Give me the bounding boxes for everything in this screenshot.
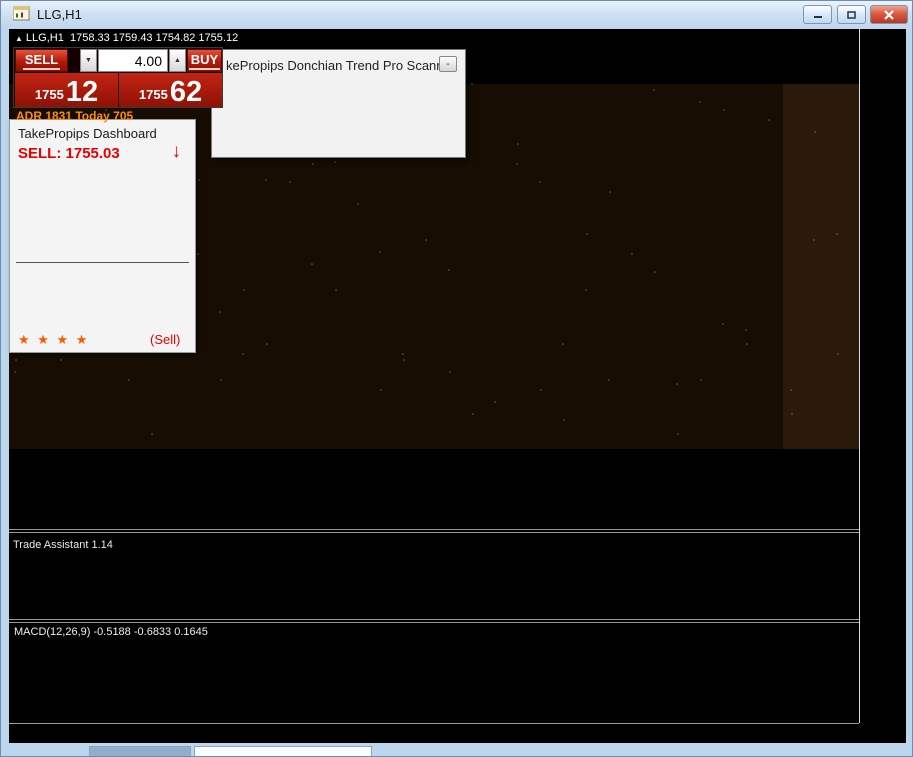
restore-button[interactable] bbox=[837, 5, 866, 24]
collapse-triangle-icon[interactable]: ▲ bbox=[15, 34, 23, 43]
scanner-minimize-button[interactable]: - bbox=[439, 56, 457, 72]
dashboard-title: TakePropips Dashboard bbox=[18, 126, 157, 141]
chart-ohlc-header: ▲ LLG,H1 1758.33 1759.43 1754.82 1755.12 bbox=[15, 32, 238, 44]
macd-label: MACD(12,26,9) -0.5188 -0.6833 0.1645 bbox=[14, 626, 208, 638]
volume-input[interactable] bbox=[98, 49, 168, 72]
scanner-title: kePropips Donchian Trend Pro Scanne bbox=[226, 58, 451, 73]
chart-symbol-label: LLG,H1 bbox=[25, 32, 64, 44]
sell-price-pips: 12 bbox=[65, 76, 99, 108]
close-button[interactable] bbox=[870, 5, 908, 24]
buy-price-display[interactable]: 1755 62 bbox=[119, 73, 222, 107]
subwindow-separator[interactable] bbox=[9, 619, 859, 623]
sell-button[interactable]: SELL bbox=[15, 49, 68, 72]
bottom-tab-strip bbox=[1, 743, 912, 756]
sell-price-display[interactable]: 1755 12 bbox=[15, 73, 118, 107]
signal-strength-note: (Sell) bbox=[150, 332, 181, 347]
volume-decrease-button[interactable]: ▼ bbox=[80, 49, 97, 72]
window-titlebar[interactable]: LLG,H1 bbox=[1, 1, 912, 29]
price-scale[interactable] bbox=[859, 29, 906, 723]
chart-window-icon bbox=[12, 5, 31, 22]
signal-strength-stars: ★ ★ ★ ★ bbox=[18, 332, 90, 347]
adr-readout: ADR 1831 Today 705 bbox=[16, 109, 134, 123]
subwindow-separator[interactable] bbox=[9, 529, 859, 533]
one-click-trading-panel: SELL ▼ ▲ BUY 1755 12 1755 62 bbox=[13, 47, 223, 108]
buy-price-main: 1755 bbox=[138, 87, 168, 102]
trade-assistant-title: Trade Assistant 1.14 bbox=[13, 539, 113, 551]
volume-increase-button[interactable]: ▲ bbox=[169, 49, 186, 72]
sell-price-main: 1755 bbox=[34, 87, 64, 102]
chart-ohlc-values: 1758.33 1759.43 1754.82 1755.12 bbox=[69, 32, 239, 44]
macd-indicator-panel[interactable] bbox=[9, 623, 859, 723]
takepropips-dashboard-panel: TakePropips Dashboard SELL: 1755.03 ↓ ★ … bbox=[9, 119, 196, 353]
time-axis[interactable] bbox=[9, 723, 859, 743]
donchian-scanner-popup: kePropips Donchian Trend Pro Scanne - bbox=[211, 49, 466, 158]
chart-client-area[interactable]: SINO SOUND 澳 聲 集 團 汉声周经理专属 合作V【hkns005】 … bbox=[9, 29, 906, 743]
mt4-chart-window: LLG,H1 SINO SOUND 澳 聲 集 團 汉声周经理专属 合作V【hk… bbox=[0, 0, 913, 757]
buy-price-pips: 62 bbox=[169, 76, 203, 108]
chart-tab-active[interactable] bbox=[194, 746, 372, 756]
sell-arrow-icon: ↓ bbox=[171, 141, 182, 162]
buy-button[interactable]: BUY bbox=[187, 49, 222, 72]
chart-tab[interactable] bbox=[89, 746, 191, 756]
window-title: LLG,H1 bbox=[37, 7, 82, 22]
minimize-button[interactable] bbox=[803, 5, 832, 24]
trade-assistant-panel: Trade Assistant 1.14 bbox=[9, 533, 859, 619]
dashboard-signal: SELL: 1755.03 bbox=[18, 145, 120, 162]
dashboard-divider bbox=[16, 262, 189, 263]
